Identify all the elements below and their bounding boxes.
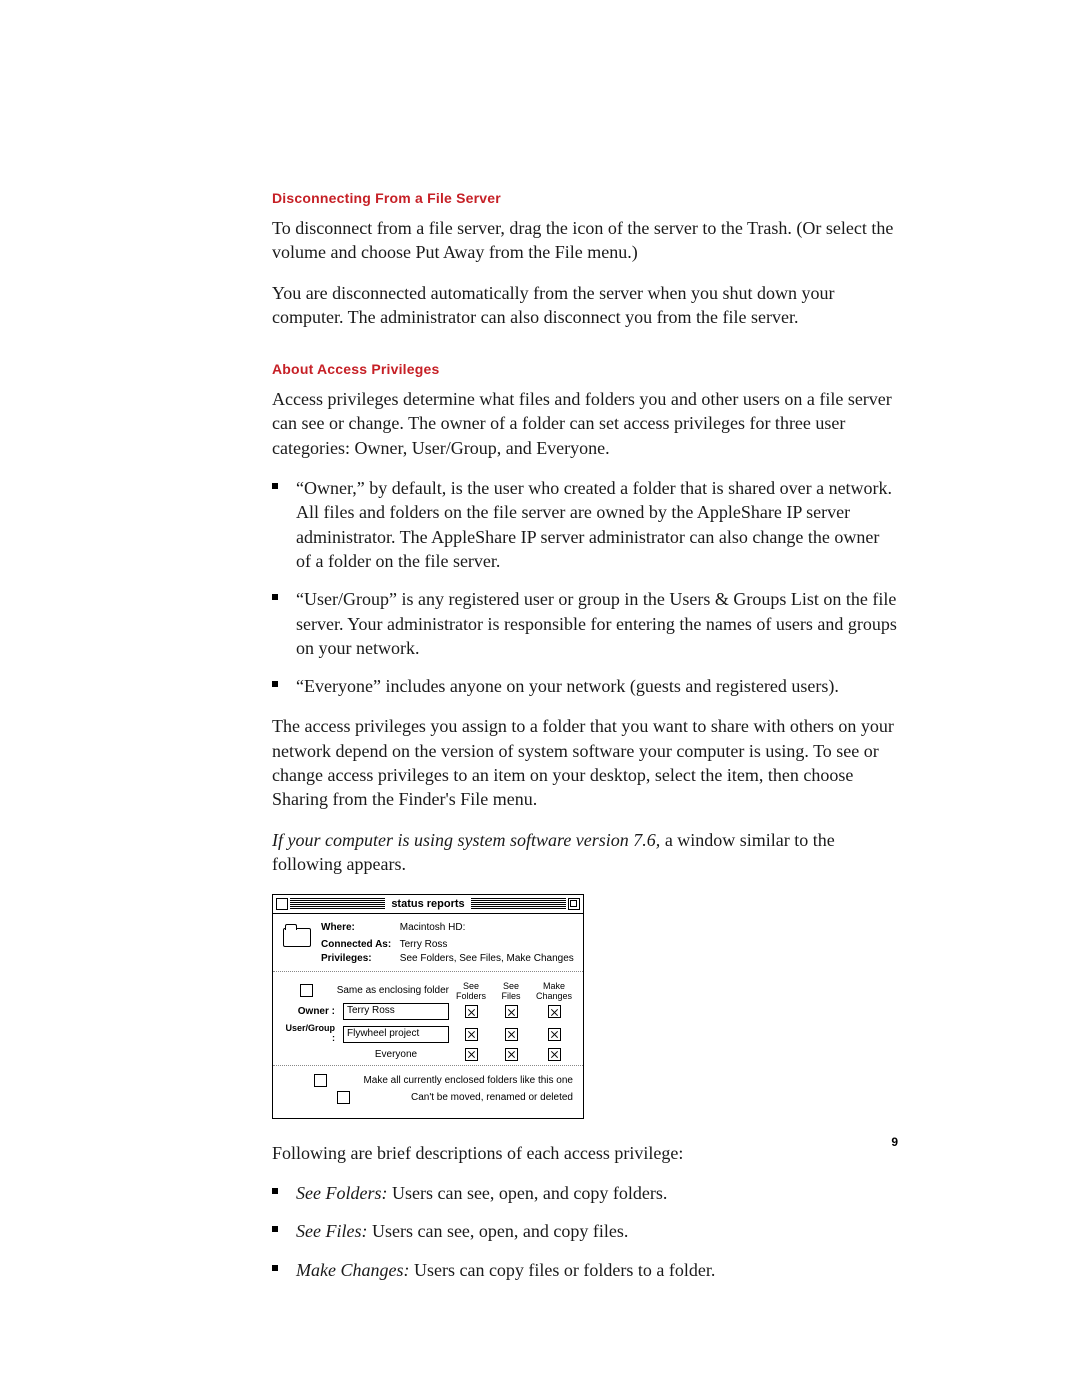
divider (273, 1065, 583, 1066)
desc-see-files: Users can see, open, and copy files. (367, 1221, 628, 1241)
list-item: “Owner,” by default, is the user who cre… (272, 476, 898, 573)
everyone-label: Everyone (343, 1048, 449, 1061)
para-access-1: Access privileges determine what files a… (272, 387, 898, 460)
heading-access-privileges: About Access Privileges (272, 361, 898, 377)
term-see-files: See Files: (296, 1221, 367, 1241)
user-group-field[interactable]: Flywheel project (343, 1026, 449, 1043)
window-title: status reports (385, 898, 470, 910)
figure-sharing-window: status reports Where: Macintosh HD: Conn… (272, 894, 898, 1119)
titlebar-stripes: status reports (290, 898, 566, 910)
desc-make-changes: Users can copy files or folders to a fol… (409, 1260, 715, 1280)
same-as-label: Same as enclosing folder (337, 985, 449, 996)
para-disconnect-1: To disconnect from a file server, drag t… (272, 216, 898, 265)
para-version-note-italic: If your computer is using system softwar… (272, 830, 660, 850)
term-see-folders: See Folders: (296, 1183, 387, 1203)
term-make-changes: Make Changes: (296, 1260, 409, 1280)
list-item: Make Changes: Users can copy files or fo… (272, 1258, 898, 1282)
ug-make-changes-checkbox[interactable] (548, 1028, 561, 1041)
cant-be-moved-label: Can't be moved, renamed or deleted (411, 1092, 573, 1103)
list-user-categories: “Owner,” by default, is the user who cre… (272, 476, 898, 698)
para-access-2: The access privileges you assign to a fo… (272, 714, 898, 811)
mac-window-body: Where: Macintosh HD: Connected As: Terry… (273, 914, 583, 1118)
owner-field[interactable]: Terry Ross (343, 1003, 449, 1020)
privileges-label: Privileges: (321, 953, 397, 964)
everyone-see-folders-checkbox[interactable] (465, 1048, 478, 1061)
mac-window: status reports Where: Macintosh HD: Conn… (272, 894, 584, 1119)
owner-see-folders-checkbox[interactable] (465, 1005, 478, 1018)
make-all-enclosed-label: Make all currently enclosed folders like… (363, 1075, 573, 1086)
page-number: 9 (891, 1135, 898, 1149)
where-label: Where: (321, 922, 397, 933)
para-version-note: If your computer is using system softwar… (272, 828, 898, 877)
document-page: Disconnecting From a File Server To disc… (0, 0, 1080, 1397)
row-user-group: User/Group : Flywheel project (283, 1024, 573, 1044)
divider (273, 971, 583, 972)
connected-as-label: Connected As: (321, 939, 397, 950)
col-see-folders: See Folders (453, 982, 489, 1001)
col-see-files: See Files (493, 982, 529, 1001)
privileges-value: See Folders, See Files, Make Changes (400, 953, 574, 964)
zoom-icon[interactable] (568, 898, 580, 910)
list-item: “User/Group” is any registered user or g… (272, 587, 898, 660)
where-value: Macintosh HD: (400, 922, 466, 933)
list-privilege-descriptions: See Folders: Users can see, open, and co… (272, 1181, 898, 1282)
owner-make-changes-checkbox[interactable] (548, 1005, 561, 1018)
make-all-enclosed-checkbox[interactable] (314, 1074, 327, 1087)
bottom-options: Make all currently enclosed folders like… (283, 1074, 573, 1104)
folder-icon (283, 924, 311, 946)
heading-disconnecting: Disconnecting From a File Server (272, 190, 898, 206)
row-everyone: Everyone (283, 1048, 573, 1061)
list-item: See Folders: Users can see, open, and co… (272, 1181, 898, 1205)
para-after-figure: Following are brief descriptions of each… (272, 1141, 898, 1165)
ug-see-folders-checkbox[interactable] (465, 1028, 478, 1041)
col-make-changes: Make Changes (533, 982, 575, 1001)
mac-titlebar: status reports (273, 895, 583, 914)
row-owner: Owner : Terry Ross (283, 1003, 573, 1020)
user-group-label: User/Group : (283, 1024, 339, 1044)
everyone-make-changes-checkbox[interactable] (548, 1048, 561, 1061)
cant-be-moved-checkbox[interactable] (337, 1091, 350, 1104)
owner-label: Owner : (283, 1006, 339, 1017)
para-disconnect-2: You are disconnected automatically from … (272, 281, 898, 330)
connected-as-value: Terry Ross (400, 939, 448, 950)
grid-header-row: Same as enclosing folder See Folders See… (283, 982, 573, 1001)
owner-see-files-checkbox[interactable] (505, 1005, 518, 1018)
list-item: See Files: Users can see, open, and copy… (272, 1219, 898, 1243)
ug-see-files-checkbox[interactable] (505, 1028, 518, 1041)
list-item: “Everyone” includes anyone on your netwo… (272, 674, 898, 698)
everyone-see-files-checkbox[interactable] (505, 1048, 518, 1061)
desc-see-folders: Users can see, open, and copy folders. (387, 1183, 667, 1203)
info-lines: Where: Macintosh HD: Connected As: Terry… (321, 922, 574, 967)
info-block: Where: Macintosh HD: Connected As: Terry… (283, 922, 573, 967)
same-as-checkbox[interactable] (300, 984, 313, 997)
close-icon[interactable] (276, 898, 288, 910)
privileges-grid: Same as enclosing folder See Folders See… (283, 982, 573, 1061)
